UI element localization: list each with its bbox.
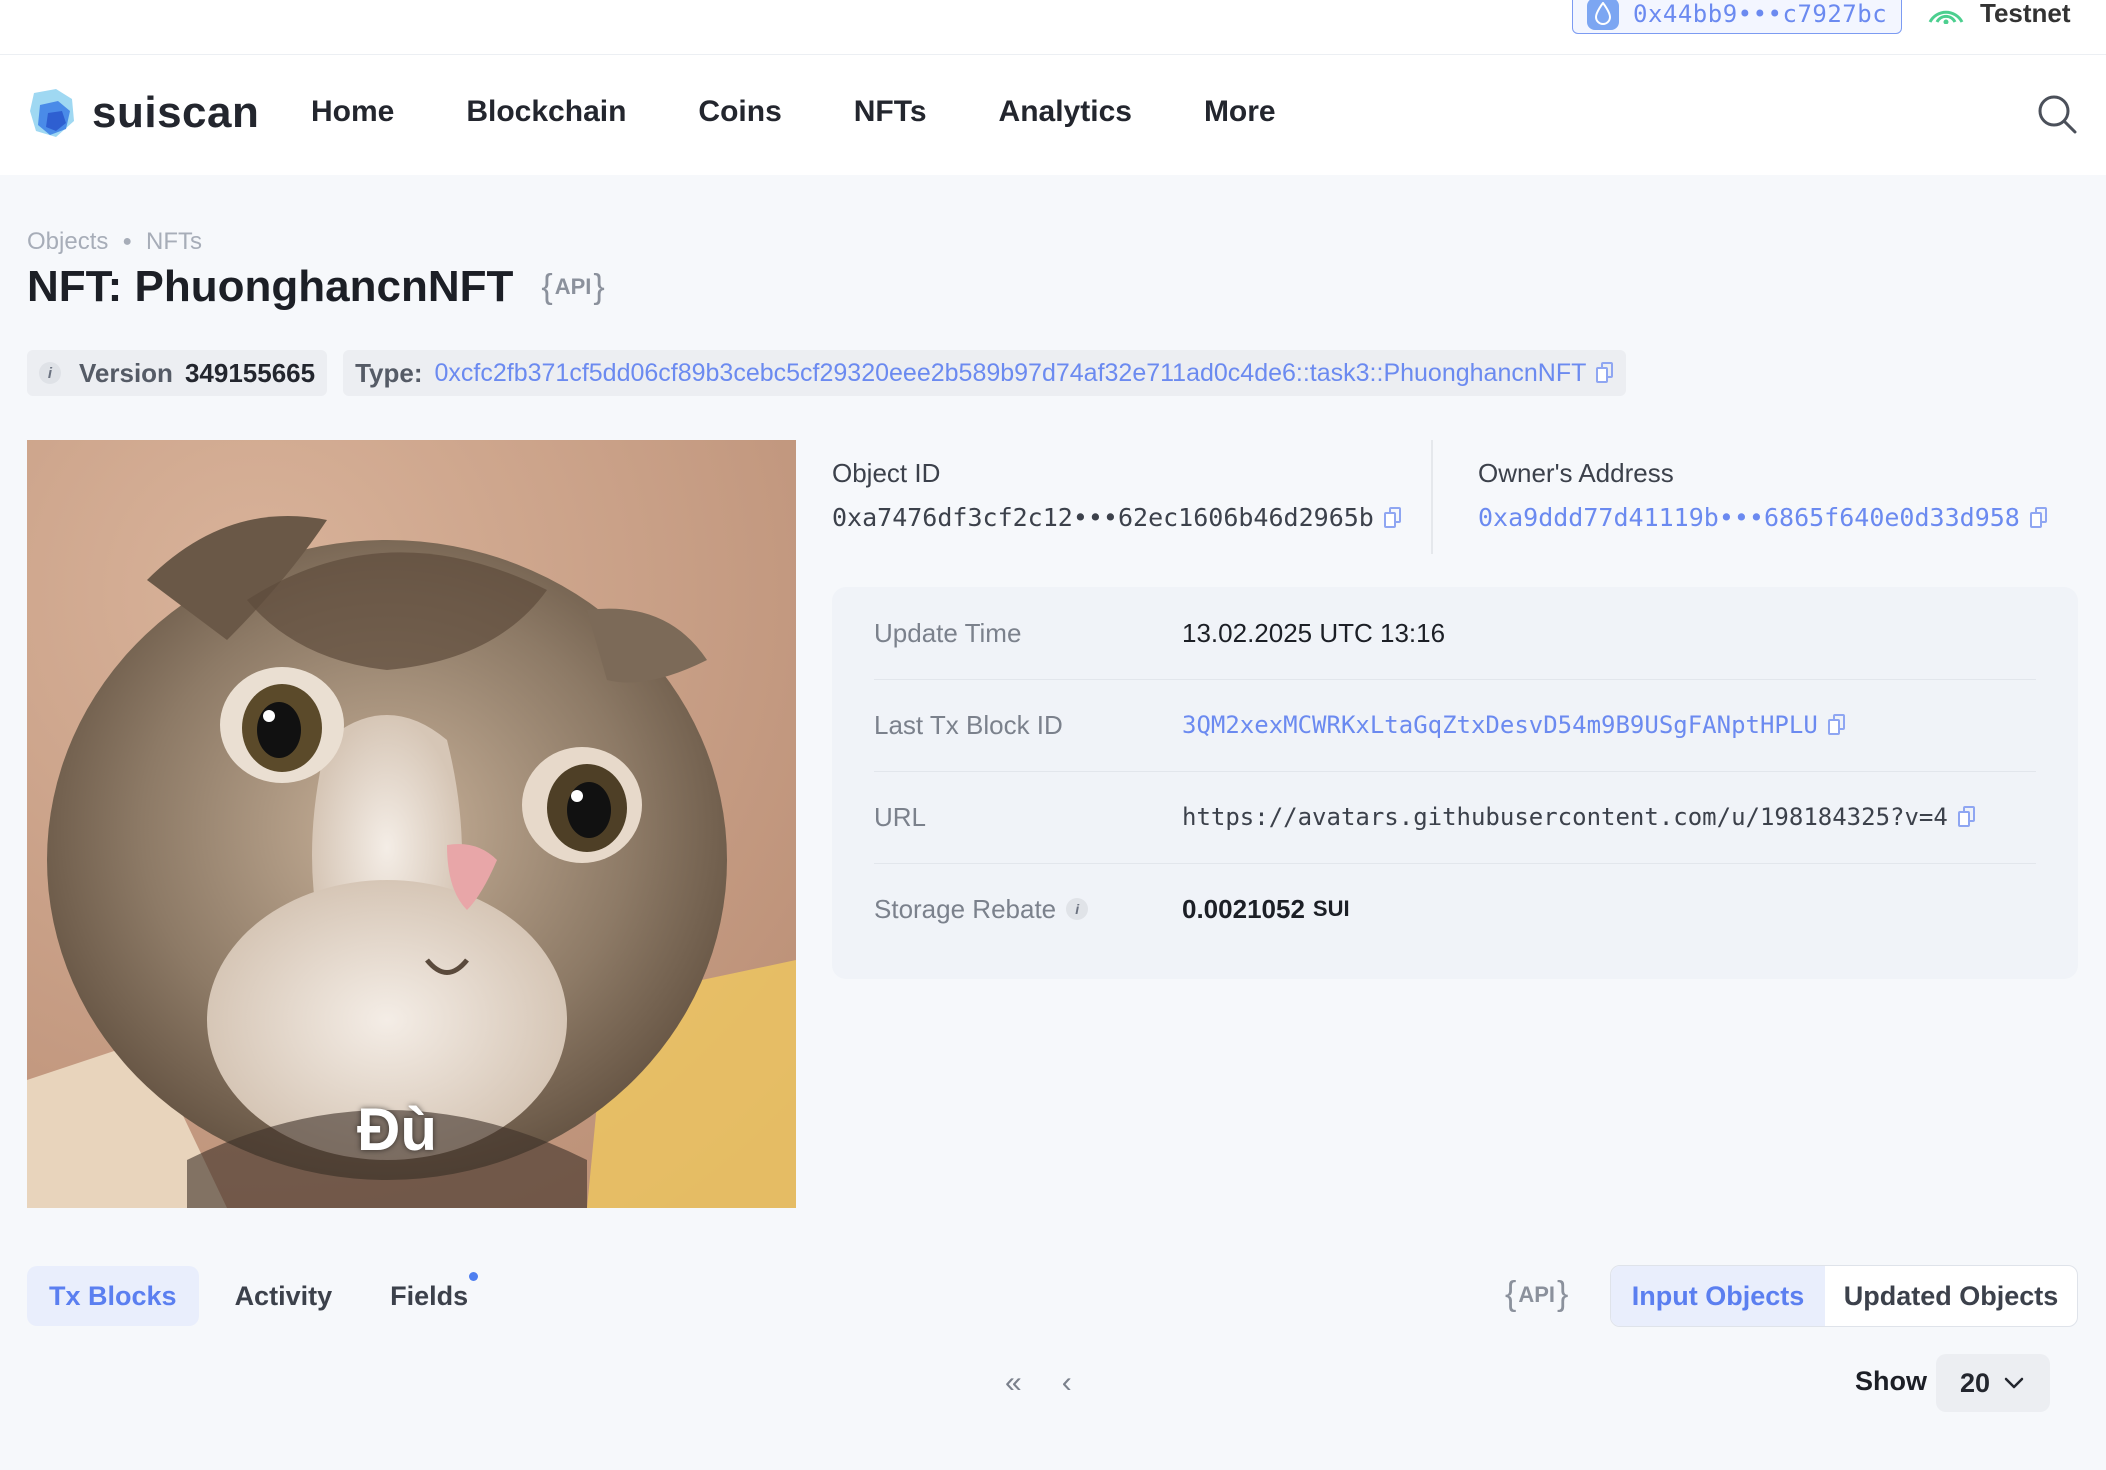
owner-value-row: 0xa9ddd77d41119b•••6865f640e0d33d958	[1478, 503, 2048, 532]
main-nav: suiscan Home Blockchain Coins NFTs Analy…	[0, 55, 2106, 175]
detail-row-last-tx: Last Tx Block ID 3QM2xexMCWRKxLtaGqZtxDe…	[874, 679, 2036, 772]
breadcrumb: Objects ● NFTs	[27, 228, 202, 256]
breadcrumb-nfts[interactable]: NFTs	[146, 228, 202, 256]
object-id-block: Object ID 0xa7476df3cf2c12•••62ec1606b46…	[832, 458, 1402, 532]
brace-close-icon: }	[1557, 1275, 1569, 1313]
cat-illustration	[27, 440, 796, 1208]
brace-open-icon: {	[541, 267, 553, 306]
last-tx-link[interactable]: 3QM2xexMCWRKxLtaGqZtxDesvD54m9B9USgFANpt…	[1182, 711, 1818, 739]
wallet-address: 0x44bb9•••c7927bc	[1633, 0, 1888, 28]
divider	[1431, 440, 1433, 554]
detail-value-row: https://avatars.githubusercontent.com/u/…	[1182, 803, 1976, 831]
wallet-button[interactable]: 0x44bb9•••c7927bc	[1572, 0, 1902, 34]
prev-page-icon[interactable]: ‹	[1062, 1366, 1072, 1400]
details-card: Update Time 13.02.2025 UTC 13:16 Last Tx…	[832, 587, 2078, 979]
top-strip: 0x44bb9•••c7927bc Testnet	[0, 0, 2106, 55]
page-title: NFT: PhuonghancnNFT	[27, 262, 514, 311]
api-label: API	[554, 274, 592, 299]
network-label: Testnet	[1980, 0, 2071, 28]
tab-fields[interactable]: Fields	[368, 1266, 490, 1326]
type-chip: Type: 0xcfc2fb371cf5dd06cf89b3cebc5cf293…	[343, 350, 1627, 396]
version-label: Version	[79, 357, 173, 388]
tabs: Tx Blocks Activity Fields	[27, 1266, 504, 1326]
detail-row-update-time: Update Time 13.02.2025 UTC 13:16	[874, 587, 2036, 680]
chevron-down-icon	[2004, 1377, 2024, 1389]
storage-rebate-value: 0.0021052	[1182, 893, 1305, 924]
detail-value-row: 3QM2xexMCWRKxLtaGqZtxDesvD54m9B9USgFANpt…	[1182, 711, 1846, 739]
meta-chips: i Version 349155665 Type: 0xcfc2fb371cf5…	[27, 350, 1642, 396]
detail-value: 13.02.2025 UTC 13:16	[1182, 617, 1446, 648]
objects-toggle: Input Objects Updated Objects	[1610, 1265, 2078, 1327]
nav-menu: Home Blockchain Coins NFTs Analytics Mor…	[311, 95, 1348, 129]
object-id-value-row: 0xa7476df3cf2c12•••62ec1606b46d2965b	[832, 503, 1402, 532]
brace-open-icon: {	[1505, 1275, 1517, 1313]
search-icon	[2038, 95, 2077, 134]
breadcrumb-separator: ●	[122, 233, 133, 250]
detail-label: Update Time	[874, 617, 1022, 648]
info-icon[interactable]: i	[1066, 898, 1089, 920]
type-label: Type:	[355, 357, 423, 388]
owner-address-link[interactable]: 0xa9ddd77d41119b•••6865f640e0d33d958	[1478, 503, 2020, 532]
owner-block: Owner's Address 0xa9ddd77d41119b•••6865f…	[1478, 458, 2048, 532]
signal-icon	[1928, 10, 1964, 24]
object-id-label: Object ID	[832, 458, 941, 488]
pagination: « ‹	[1005, 1366, 1112, 1400]
suiscan-logo-icon	[30, 89, 74, 137]
network-indicator[interactable]: Testnet	[1926, 0, 2071, 30]
nav-blockchain[interactable]: Blockchain	[466, 95, 626, 129]
tab-activity[interactable]: Activity	[213, 1266, 355, 1326]
tab-tx-blocks[interactable]: Tx Blocks	[27, 1266, 199, 1326]
copy-icon[interactable]	[1383, 506, 1402, 529]
copy-icon[interactable]	[2029, 506, 2048, 529]
type-link[interactable]: 0xcfc2fb371cf5dd06cf89b3cebc5cf29320eee2…	[435, 359, 1587, 388]
updated-objects-button[interactable]: Updated Objects	[1825, 1266, 2077, 1326]
nav-coins[interactable]: Coins	[698, 95, 781, 129]
version-chip: i Version 349155665	[27, 350, 328, 396]
tab-fields-label: Fields	[390, 1280, 469, 1311]
api-button[interactable]: { API }	[1505, 1275, 1568, 1314]
url-value[interactable]: https://avatars.githubusercontent.com/u/…	[1182, 803, 1948, 831]
first-page-icon[interactable]: «	[1005, 1366, 1022, 1400]
detail-label: Storage Rebate	[874, 893, 1057, 924]
detail-label-row: Storage Rebate i	[874, 894, 1182, 925]
image-caption: Đù	[357, 1096, 437, 1163]
copy-icon[interactable]	[1596, 362, 1614, 384]
info-icon[interactable]: i	[39, 362, 61, 384]
logo[interactable]: suiscan	[26, 85, 259, 141]
page-size-select[interactable]: 20	[1936, 1354, 2050, 1412]
detail-value-row: 0.0021052 SUI	[1182, 894, 1350, 925]
page-header: NFT: PhuonghancnNFT { API }	[27, 262, 605, 312]
detail-row-url: URL https://avatars.githubusercontent.co…	[874, 771, 2036, 864]
brand-name: suiscan	[92, 88, 260, 137]
nav-nfts[interactable]: NFTs	[854, 95, 927, 129]
api-button[interactable]: { API }	[541, 268, 604, 307]
brace-close-icon: }	[593, 267, 605, 306]
sui-drop-icon	[1587, 0, 1619, 30]
owner-label: Owner's Address	[1478, 458, 1674, 488]
breadcrumb-objects[interactable]: Objects	[27, 228, 108, 256]
detail-label: URL	[874, 801, 927, 832]
input-objects-button[interactable]: Input Objects	[1611, 1266, 1825, 1326]
sui-unit: SUI	[1312, 896, 1350, 921]
notification-dot	[469, 1272, 479, 1281]
copy-icon[interactable]	[1957, 806, 1976, 828]
nft-image: Đù	[27, 440, 796, 1208]
detail-label: Last Tx Block ID	[874, 709, 1063, 740]
search-button[interactable]	[2036, 93, 2078, 140]
api-label: API	[1518, 1281, 1556, 1307]
version-value: 349155665	[184, 357, 316, 388]
nav-more[interactable]: More	[1204, 95, 1276, 129]
nav-home[interactable]: Home	[311, 95, 394, 129]
copy-icon[interactable]	[1827, 714, 1846, 736]
page-size-value: 20	[1960, 1367, 1991, 1398]
object-id-value: 0xa7476df3cf2c12•••62ec1606b46d2965b	[832, 503, 1374, 532]
detail-row-storage-rebate: Storage Rebate i 0.0021052 SUI	[874, 863, 2036, 955]
nav-analytics[interactable]: Analytics	[999, 95, 1132, 129]
show-label: Show	[1855, 1366, 1927, 1396]
